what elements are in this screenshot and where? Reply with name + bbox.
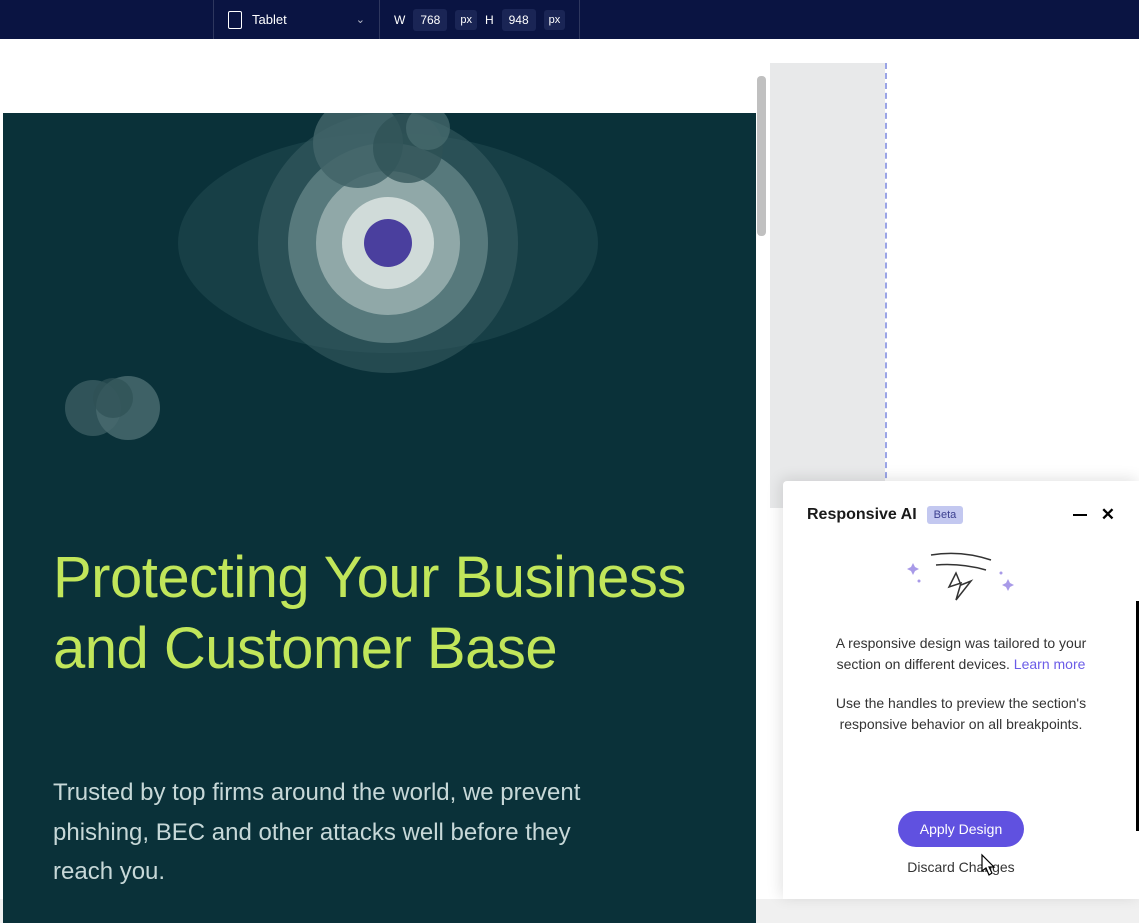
panel-actions: Apply Design Discard Changes xyxy=(783,811,1139,875)
height-unit: px xyxy=(544,10,566,30)
guide-background xyxy=(770,63,885,508)
discard-changes-link[interactable]: Discard Changes xyxy=(783,859,1139,875)
workspace: Protecting Your Business and Customer Ba… xyxy=(0,39,1139,899)
design-canvas[interactable]: Protecting Your Business and Customer Ba… xyxy=(3,63,756,923)
panel-header: Responsive AI Beta ✕ xyxy=(807,505,1115,525)
chevron-down-icon: ⌄ xyxy=(356,13,365,26)
width-label: W xyxy=(394,13,405,27)
height-label: H xyxy=(485,13,494,27)
apply-design-button[interactable]: Apply Design xyxy=(898,811,1025,847)
hero-section: Protecting Your Business and Customer Ba… xyxy=(3,113,756,923)
cloud-icon-top xyxy=(303,113,463,193)
top-toolbar: Tablet ⌄ W 768 px H 948 px xyxy=(0,0,1139,39)
panel-illustration xyxy=(807,545,1115,605)
panel-body: A responsive design was tailored to your… xyxy=(807,633,1115,735)
panel-title: Responsive AI xyxy=(807,506,917,524)
scrollbar-thumb[interactable] xyxy=(757,76,766,236)
hero-subtitle: Trusted by top firms around the world, w… xyxy=(53,773,613,892)
hero-title: Protecting Your Business and Customer Ba… xyxy=(53,543,756,685)
cloud-icon-bottom xyxy=(58,363,178,443)
beta-badge: Beta xyxy=(927,506,964,524)
minimize-icon[interactable] xyxy=(1073,514,1087,516)
responsive-ai-panel: Responsive AI Beta ✕ A responsive design… xyxy=(783,481,1139,899)
width-input[interactable]: 768 xyxy=(413,9,447,31)
device-selector[interactable]: Tablet ⌄ xyxy=(213,0,380,39)
device-label: Tablet xyxy=(252,12,346,27)
close-icon[interactable]: ✕ xyxy=(1101,505,1115,525)
panel-paragraph-2: Use the handles to preview the section's… xyxy=(819,693,1103,735)
width-unit: px xyxy=(455,10,477,30)
height-input[interactable]: 948 xyxy=(502,9,536,31)
guide-line[interactable] xyxy=(885,63,887,508)
tablet-icon xyxy=(228,11,242,29)
learn-more-link[interactable]: Learn more xyxy=(1014,656,1086,672)
panel-controls: ✕ xyxy=(1073,505,1115,525)
dimension-controls: W 768 px H 948 px xyxy=(380,0,580,39)
